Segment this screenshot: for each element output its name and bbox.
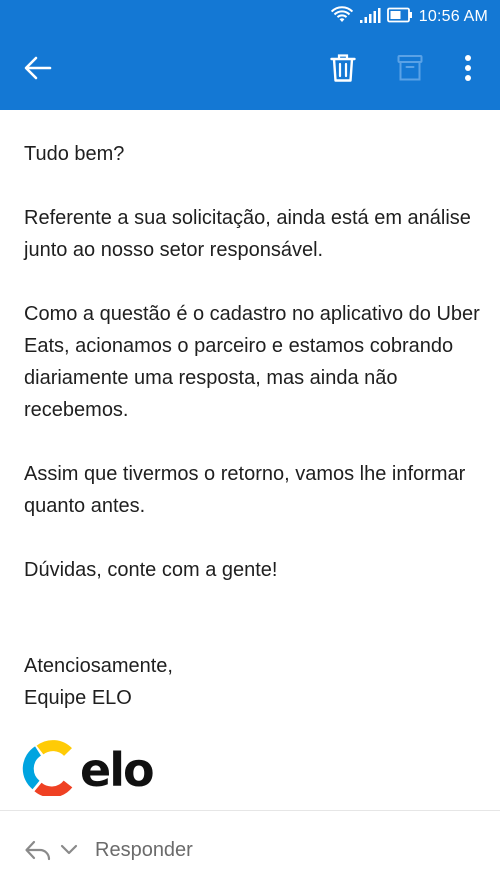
archive-button[interactable] [388, 48, 432, 92]
arrow-left-icon [23, 55, 53, 86]
reply-bar[interactable]: Responder [0, 811, 500, 889]
email-paragraph: Assim que tivermos o retorno, vamos lhe … [24, 463, 466, 517]
battery-icon [386, 7, 413, 28]
email-signature: Equipe ELO [24, 687, 132, 709]
email-greeting: Tudo bem? [24, 143, 125, 165]
trash-icon [330, 53, 356, 88]
delete-button[interactable] [321, 48, 365, 92]
email-paragraph: Como a questão é o cadastro no aplicativ… [24, 303, 480, 421]
status-icons: 10:56 AM [330, 5, 488, 29]
elo-logo: elo [22, 740, 192, 798]
back-button[interactable] [16, 48, 60, 92]
app-bar [0, 34, 500, 110]
email-body: Tudo bem? Referente a sua solicitação, a… [24, 138, 484, 714]
status-bar: 10:56 AM [0, 0, 500, 34]
chevron-down-icon[interactable] [60, 843, 78, 861]
reply-button-label[interactable]: Responder [95, 839, 193, 862]
email-paragraph: Referente a sua solicitação, ainda está … [24, 207, 471, 261]
top-bar: 10:56 AM [0, 0, 500, 110]
reply-icon[interactable] [24, 839, 52, 866]
elo-logo-text: elo [80, 743, 153, 796]
more-options-button[interactable] [446, 48, 490, 92]
wifi-icon [330, 5, 353, 29]
more-vertical-icon [464, 54, 472, 87]
email-screen: 10:56 AM Tudo bem? Referente a sua solic… [0, 0, 500, 889]
email-signoff: Atenciosamente, [24, 655, 173, 677]
email-paragraph: Dúvidas, conte com a gente! [24, 559, 278, 581]
status-time: 10:56 AM [418, 8, 488, 25]
archive-icon [397, 54, 423, 87]
signal-icon [359, 6, 381, 29]
